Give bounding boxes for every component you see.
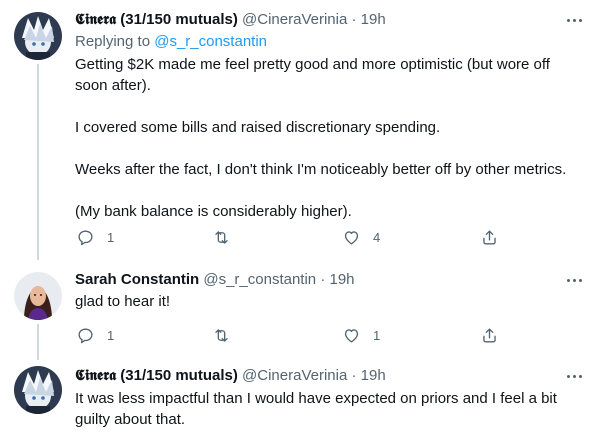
- tweet-header: 𝕮𝖎𝖓𝖊𝖗𝖆 (31/150 mutuals) @CineraVerinia ·…: [75, 366, 386, 386]
- tweet-text: glad to hear it!: [75, 291, 575, 312]
- reply-icon: [78, 327, 93, 343]
- reply-button[interactable]: 1: [76, 320, 114, 350]
- retweet-button[interactable]: [212, 222, 243, 252]
- tweet-text: It was less impactful than I would have …: [75, 388, 575, 430]
- like-count: 1: [373, 327, 381, 343]
- retweet-icon: [215, 230, 228, 244]
- more-options-icon[interactable]: [564, 270, 584, 290]
- like-button[interactable]: 4: [342, 222, 380, 252]
- timestamp[interactable]: · 19h: [351, 367, 385, 384]
- avatar-cinera[interactable]: [14, 366, 62, 414]
- thread-line: [37, 324, 39, 360]
- more-options-icon[interactable]: [564, 10, 584, 30]
- replying-to: Replying to @s_r_constantin: [75, 32, 267, 52]
- tweet-2[interactable]: Sarah Constantin @s_r_constantin · 19h g…: [0, 258, 606, 360]
- more-options-icon[interactable]: [564, 366, 584, 386]
- reply-button[interactable]: 1: [76, 222, 114, 252]
- display-name[interactable]: Sarah Constantin: [75, 271, 199, 288]
- tweet-paragraph: glad to hear it!: [75, 293, 171, 310]
- tweet-paragraph: Weeks after the fact, I don't think I'm …: [75, 161, 567, 178]
- tweet-1[interactable]: 𝕮𝖎𝖓𝖊𝖗𝖆 (31/150 mutuals) @CineraVerinia ·…: [0, 0, 606, 260]
- avatar-cinera[interactable]: [14, 12, 62, 60]
- share-button[interactable]: [480, 320, 499, 350]
- share-icon: [483, 327, 496, 343]
- share-button[interactable]: [480, 222, 499, 252]
- tweet-3[interactable]: 𝕮𝖎𝖓𝖊𝖗𝖆 (31/150 mutuals) @CineraVerinia ·…: [0, 358, 606, 438]
- display-name[interactable]: 𝕮𝖎𝖓𝖊𝖗𝖆 (31/150 mutuals): [75, 367, 238, 384]
- heart-icon: [344, 230, 359, 245]
- retweet-button[interactable]: [212, 320, 243, 350]
- reply-count: 1: [107, 327, 115, 343]
- heart-icon: [344, 328, 359, 343]
- replying-to-handle[interactable]: @s_r_constantin: [154, 33, 267, 50]
- reply-count: 1: [107, 229, 115, 245]
- like-count: 4: [373, 229, 381, 245]
- reply-icon: [78, 229, 93, 245]
- display-name[interactable]: 𝕮𝖎𝖓𝖊𝖗𝖆 (31/150 mutuals): [75, 11, 238, 28]
- tweet-paragraph: I covered some bills and raised discreti…: [75, 119, 441, 136]
- user-handle[interactable]: @CineraVerinia: [242, 11, 347, 28]
- user-handle[interactable]: @CineraVerinia: [242, 367, 347, 384]
- timestamp[interactable]: · 19h: [351, 11, 385, 28]
- tweet-paragraph: Getting $2K made me feel pretty good and…: [75, 56, 550, 94]
- tweet-paragraph: (My bank balance is considerably higher)…: [75, 203, 352, 220]
- action-bar: 1 4: [68, 222, 508, 252]
- like-button[interactable]: 1: [342, 320, 380, 350]
- timestamp[interactable]: · 19h: [320, 271, 354, 288]
- replying-to-label: Replying to: [75, 33, 155, 50]
- tweet-header: Sarah Constantin @s_r_constantin · 19h: [75, 270, 355, 290]
- avatar-sarah[interactable]: [14, 272, 62, 320]
- tweet-paragraph: It was less impactful than I would have …: [75, 390, 557, 428]
- tweet-header: 𝕮𝖎𝖓𝖊𝖗𝖆 (31/150 mutuals) @CineraVerinia ·…: [75, 10, 386, 30]
- thread-line: [37, 64, 39, 260]
- retweet-icon: [215, 328, 228, 342]
- share-icon: [483, 229, 496, 245]
- action-bar: 1 1: [68, 320, 508, 350]
- user-handle[interactable]: @s_r_constantin: [203, 271, 316, 288]
- tweet-text: Getting $2K made me feel pretty good and…: [75, 54, 575, 222]
